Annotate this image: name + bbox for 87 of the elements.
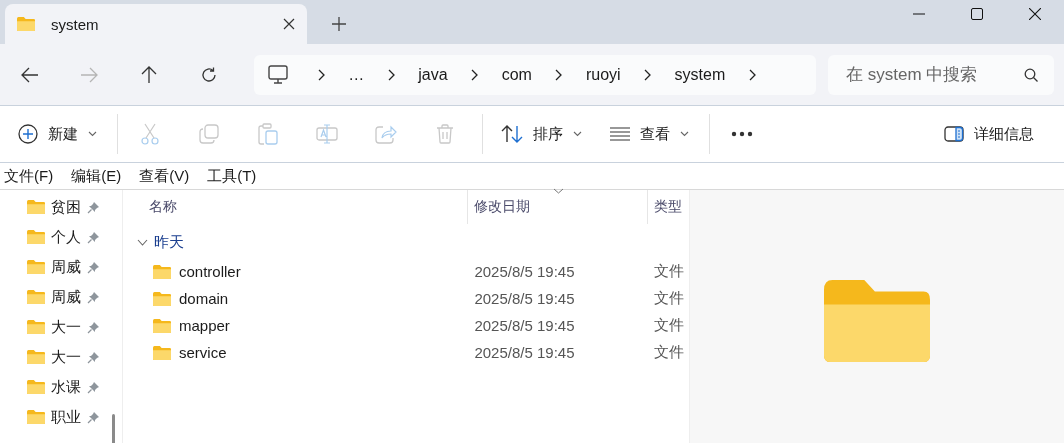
back-arrow-icon[interactable] <box>20 66 39 83</box>
chevron-icon <box>137 238 148 246</box>
search-icon <box>1024 67 1039 82</box>
folder-icon <box>153 264 171 279</box>
scrollbar-thumb[interactable] <box>112 414 115 443</box>
sidebar-item[interactable]: 周威 <box>51 287 81 307</box>
sidebar-item[interactable]: 水课 <box>51 377 81 397</box>
sidebar-item[interactable]: 职业 <box>51 407 81 427</box>
date-cell-text: 2025/8/5 19:45 <box>473 317 576 334</box>
maximize-icon <box>971 8 983 20</box>
sidebar-item[interactable]: 大一 <box>51 317 81 337</box>
copy-icon <box>199 124 219 144</box>
minimize-icon <box>913 13 925 15</box>
plus-circle-icon <box>18 124 38 144</box>
caret-icon <box>680 131 689 137</box>
file-name[interactable]: mapper <box>179 317 230 334</box>
sort-arrows-icon <box>501 125 523 143</box>
view-button[interactable]: 查看 <box>602 114 697 154</box>
search-field[interactable]: 在 system 中搜索 <box>828 54 1055 95</box>
chevron-right-icon <box>471 68 479 81</box>
date-cell-text: 2025/8/5 19:45 <box>473 344 576 361</box>
breadcrumb-item[interactable]: … <box>336 65 377 84</box>
type-cell-text: 文件 <box>653 262 686 281</box>
plus-icon <box>332 17 346 31</box>
close-icon <box>1029 8 1041 20</box>
folder-icon <box>153 345 171 360</box>
chevron-right-icon <box>555 68 563 81</box>
breadcrumb-item[interactable]: ruoyi <box>573 65 633 84</box>
folder-icon <box>27 260 45 274</box>
window-tab[interactable]: system <box>5 4 307 44</box>
breadcrumb-item[interactable]: system <box>662 65 738 84</box>
caret-icon <box>88 131 97 137</box>
menu-item[interactable]: 查看(V) <box>135 166 194 186</box>
up-arrow-icon[interactable] <box>140 65 157 84</box>
trash-icon <box>436 124 454 144</box>
folder-icon <box>153 291 171 306</box>
clipboard-icon <box>258 123 278 145</box>
chevron-right-icon <box>644 68 652 81</box>
type-cell-text: 文件 <box>653 289 686 308</box>
sort-caret-icon <box>552 188 564 194</box>
file-name[interactable]: service <box>179 344 227 361</box>
address-bar[interactable]: … java com ruoyi system <box>254 54 817 95</box>
sidebar-item[interactable]: 贫困 <box>51 197 81 217</box>
chevron-right-icon <box>317 68 325 81</box>
caret-icon <box>573 131 582 137</box>
folder-icon <box>17 17 35 31</box>
group-header[interactable]: 昨天 <box>133 226 190 258</box>
details-pane-icon <box>944 126 964 142</box>
breadcrumb-item[interactable]: java <box>406 65 460 84</box>
file-name[interactable]: controller <box>179 263 241 280</box>
sidebar-item[interactable]: 大一 <box>51 347 81 367</box>
sidebar-item[interactable]: 周威 <box>51 257 81 277</box>
close-icon[interactable] <box>283 18 295 30</box>
list-lines-icon <box>610 127 630 141</box>
share-icon <box>375 124 397 144</box>
menu-item[interactable]: 工具(T) <box>203 166 261 186</box>
folder-icon <box>27 410 45 424</box>
folder-icon <box>27 200 45 214</box>
menu-item[interactable]: 编辑(E) <box>67 166 126 186</box>
rename-icon <box>316 124 338 144</box>
date-cell-text: 2025/8/5 19:45 <box>473 290 576 307</box>
monitor-icon <box>268 64 289 85</box>
chevron-right-icon <box>387 68 395 81</box>
menu-item[interactable]: 文件(F) <box>0 166 58 186</box>
scissors-icon <box>140 123 160 145</box>
file-name[interactable]: domain <box>179 290 229 307</box>
sort-button[interactable]: 排序 <box>493 114 590 154</box>
type-cell-text: 文件 <box>653 343 686 362</box>
more-icon <box>731 131 753 137</box>
sidebar-item[interactable]: 个人 <box>51 227 81 247</box>
breadcrumb-item[interactable]: com <box>489 65 544 84</box>
details-button[interactable]: 详细信息 <box>936 114 1042 154</box>
folder-icon <box>27 230 45 244</box>
folder-icon <box>153 318 171 333</box>
refresh-icon[interactable] <box>200 66 217 83</box>
column-header[interactable]: 类型 <box>648 190 689 224</box>
column-header[interactable]: 修改日期 <box>468 190 649 224</box>
column-header[interactable]: 名称 <box>133 190 469 224</box>
new-button[interactable]: 新建 <box>10 114 105 154</box>
folder-icon <box>27 350 45 364</box>
folder-icon <box>27 320 45 334</box>
type-cell-text: 文件 <box>653 316 686 335</box>
folder-icon <box>27 380 45 394</box>
chevron-right-icon <box>748 68 756 81</box>
large-folder-icon <box>824 280 930 362</box>
folder-icon <box>27 290 45 304</box>
date-cell-text: 2025/8/5 19:45 <box>473 263 576 280</box>
